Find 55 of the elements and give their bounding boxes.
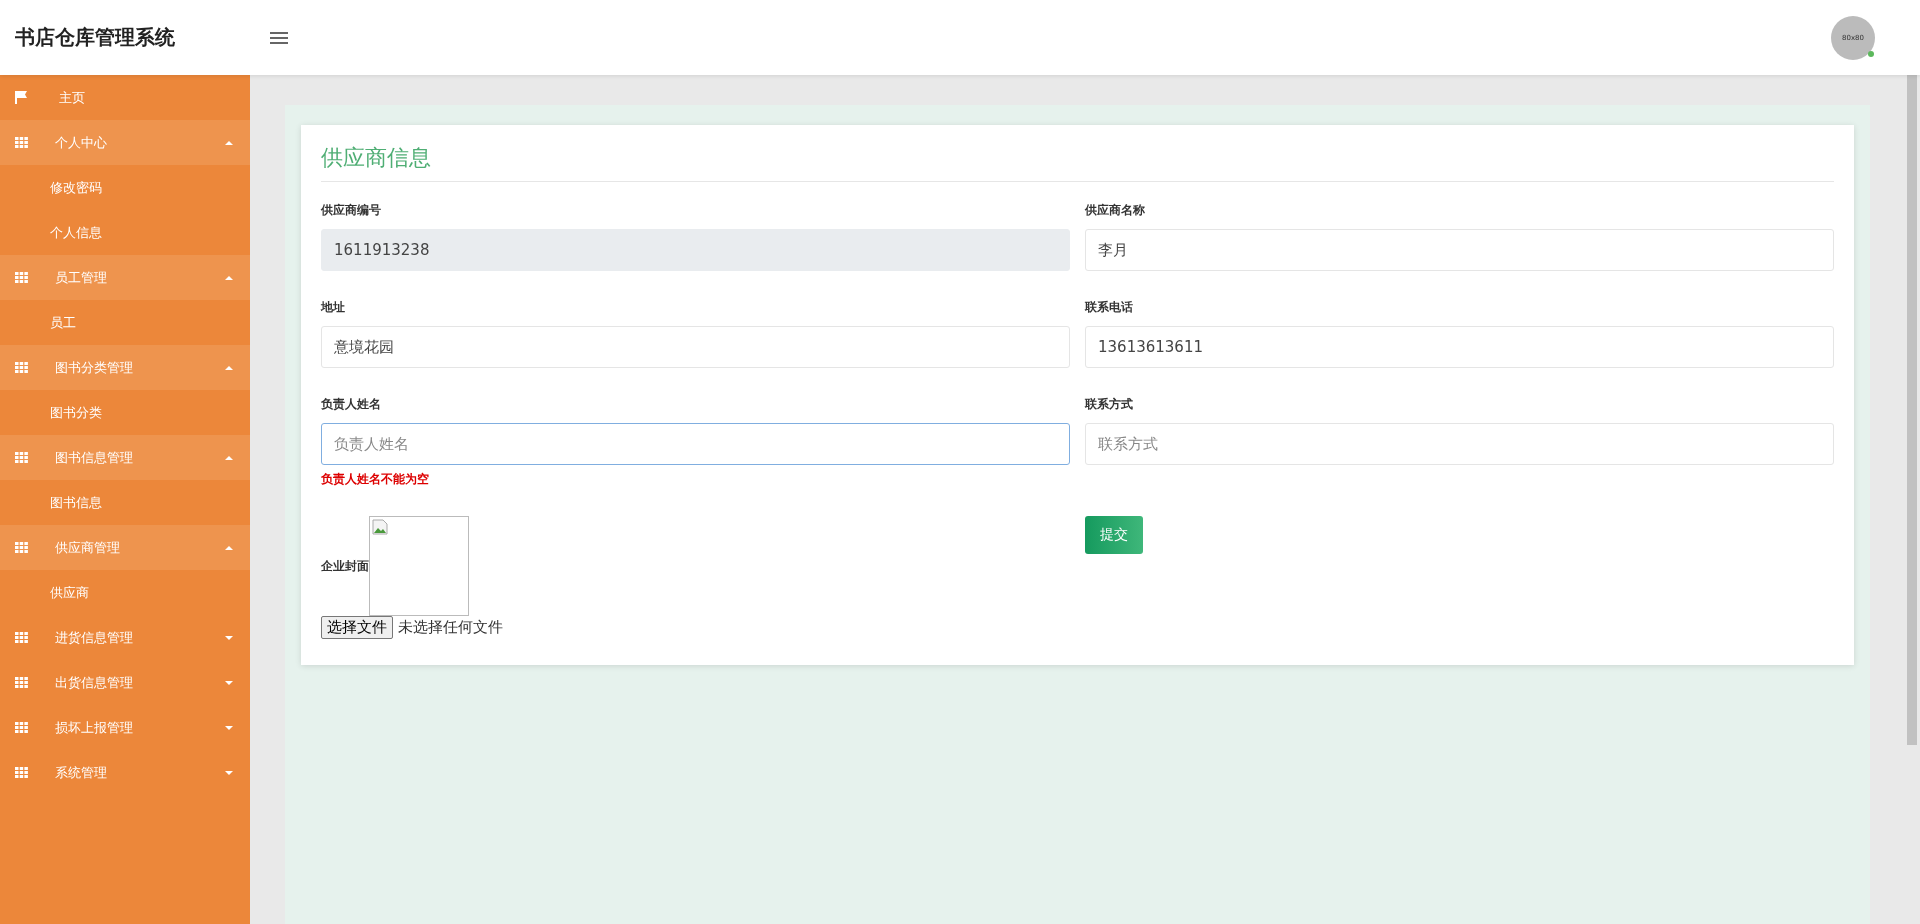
sidebar-group[interactable]: 系统管理 (0, 750, 250, 795)
choose-file-button[interactable]: 选择文件 (321, 616, 393, 639)
field-label: 负责人姓名 (321, 396, 382, 413)
broken-image-icon (372, 519, 388, 535)
caret-down-icon (225, 635, 233, 640)
grid-icon (15, 632, 28, 643)
field-label: 供应商编号 (321, 202, 382, 219)
sidebar-group[interactable]: 图书分类管理 (0, 345, 250, 390)
sidebar-subitem[interactable]: 个人信息 (0, 210, 250, 255)
caret-up-icon (225, 140, 233, 145)
sidebar-group[interactable]: 图书信息管理 (0, 435, 250, 480)
caret-up-icon (225, 275, 233, 280)
error-message: 负责人姓名不能为空 (321, 471, 430, 488)
grid-icon (15, 452, 28, 463)
field-label: 联系电话 (1085, 299, 1134, 316)
sidebar-group[interactable]: 个人中心 (0, 120, 250, 165)
grid-icon (15, 677, 28, 688)
grid-icon (15, 722, 28, 733)
sidebar-subitem[interactable]: 图书信息 (0, 480, 250, 525)
grid-icon (15, 542, 28, 553)
sidebar-group[interactable]: 供应商管理 (0, 525, 250, 570)
caret-up-icon (225, 365, 233, 370)
input-field[interactable]: 负责人姓名 (321, 423, 1070, 465)
submit-button[interactable]: 提交 (1085, 516, 1143, 554)
sidebar-group[interactable]: 员工管理 (0, 255, 250, 300)
form-title: 供应商信息 (321, 143, 1834, 182)
sidebar-subitem[interactable]: 图书分类 (0, 390, 250, 435)
sidebar-item[interactable]: 主页 (0, 75, 250, 120)
sidebar-group[interactable]: 损坏上报管理 (0, 705, 250, 750)
caret-down-icon (225, 725, 233, 730)
caret-down-icon (225, 770, 233, 775)
input-field[interactable]: 李月 (1085, 229, 1834, 271)
sidebar-subitem[interactable]: 修改密码 (0, 165, 250, 210)
caret-up-icon (225, 455, 233, 460)
sidebar-group[interactable]: 进货信息管理 (0, 615, 250, 660)
file-status: 未选择任何文件 (398, 618, 503, 637)
sidebar-subitem[interactable]: 员工 (0, 300, 250, 345)
scrollbar[interactable] (1907, 75, 1917, 745)
sidebar-subitem[interactable]: 供应商 (0, 570, 250, 615)
grid-icon (15, 767, 28, 778)
grid-icon (15, 137, 28, 148)
menu-icon[interactable] (270, 30, 288, 45)
input-field[interactable]: 意境花园 (321, 326, 1070, 368)
field-label: 企业封面 (321, 557, 369, 575)
input-field[interactable]: 13613613611 (1085, 326, 1834, 368)
grid-icon (15, 272, 28, 283)
field-label: 供应商名称 (1085, 202, 1146, 219)
field-label: 联系方式 (1085, 396, 1134, 413)
sidebar-group[interactable]: 出货信息管理 (0, 660, 250, 705)
caret-up-icon (225, 545, 233, 550)
grid-icon (15, 362, 28, 373)
app-title: 书店仓库管理系统 (14, 24, 176, 51)
caret-down-icon (225, 680, 233, 685)
flag-icon (15, 91, 28, 104)
field-label: 地址 (321, 299, 346, 316)
